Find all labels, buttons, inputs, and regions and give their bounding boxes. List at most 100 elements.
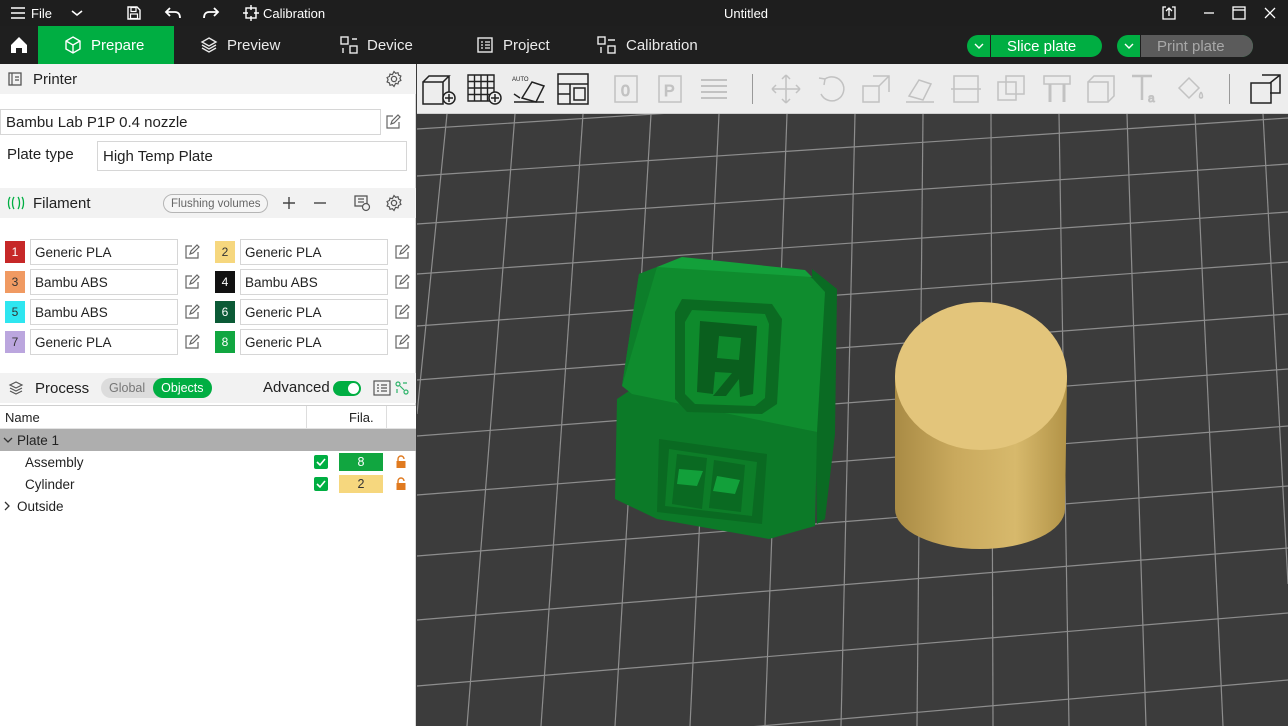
assembly-view-button[interactable] <box>1247 70 1285 108</box>
move-tool-button[interactable] <box>767 70 805 108</box>
arrange-button[interactable] <box>554 70 592 108</box>
cylinder-model[interactable] <box>417 114 1288 726</box>
compare-presets-button[interactable] <box>394 380 410 396</box>
object-filament-badge[interactable]: 8 <box>339 453 383 471</box>
filament-color-swatch[interactable]: 1 <box>5 241 25 263</box>
slice-plate-button[interactable]: Slice plate <box>967 35 1102 57</box>
lay-on-face-button[interactable] <box>901 70 939 108</box>
object-visible-checkbox[interactable] <box>314 477 328 491</box>
split-objects-button[interactable]: 0 <box>607 70 645 108</box>
object-filament-badge[interactable]: 2 <box>339 475 383 493</box>
object-row[interactable]: Cylinder 2 <box>0 473 416 495</box>
add-filament-button[interactable] <box>281 195 297 211</box>
outside-label: Outside <box>17 498 64 514</box>
filament-preset-select[interactable]: Generic PLA <box>30 329 178 355</box>
edit-filament-button[interactable] <box>184 334 200 350</box>
check-icon <box>316 458 326 467</box>
printer-preset-select[interactable]: Bambu Lab P1P 0.4 nozzle <box>0 109 381 135</box>
filament-preset-select[interactable]: Generic PLA <box>240 329 388 355</box>
tab-preview-label: Preview <box>227 36 281 54</box>
edit-filament-button[interactable] <box>184 304 200 320</box>
plate-row[interactable]: Plate 1 <box>0 429 416 451</box>
printer-settings-button[interactable] <box>385 70 403 88</box>
calibration-menu-button[interactable]: Calibration <box>243 0 325 26</box>
rotate-tool-button[interactable] <box>813 70 851 108</box>
filament-preset-select[interactable]: Bambu ABS <box>30 269 178 295</box>
scale-tool-button[interactable] <box>857 70 895 108</box>
outside-row[interactable]: Outside <box>0 495 416 517</box>
tab-project[interactable]: Project <box>476 26 550 64</box>
menu-button[interactable]: File <box>10 0 52 26</box>
seam-paint-button[interactable] <box>1082 70 1120 108</box>
advanced-toggle[interactable] <box>333 381 361 396</box>
sync-ams-button[interactable] <box>353 194 371 212</box>
edit-filament-button[interactable] <box>394 334 410 350</box>
menu-dropdown-button[interactable] <box>70 0 84 26</box>
advanced-label: Advanced <box>263 379 330 396</box>
edit-filament-button[interactable] <box>394 304 410 320</box>
filament-preset-select[interactable]: Generic PLA <box>240 299 388 325</box>
filament-color-swatch[interactable]: 4 <box>215 271 235 293</box>
toggle-global[interactable]: Global <box>101 378 153 398</box>
plate-label: Plate 1 <box>17 432 60 448</box>
remove-filament-button[interactable] <box>312 195 328 211</box>
support-paint-button[interactable] <box>1038 70 1076 108</box>
toggle-objects[interactable]: Objects <box>153 378 212 398</box>
home-button[interactable] <box>0 26 38 64</box>
filament-name: Bambu ABS <box>245 274 318 290</box>
filament-preset-select[interactable]: Bambu ABS <box>240 269 388 295</box>
split-parts-button[interactable]: P <box>651 70 689 108</box>
undo-button[interactable] <box>164 0 182 26</box>
printer-section-title: Printer <box>33 70 78 88</box>
close-button[interactable] <box>1264 0 1276 26</box>
object-row[interactable]: Assembly 8 <box>0 451 416 473</box>
edit-filament-button[interactable] <box>184 274 200 290</box>
edit-filament-button[interactable] <box>394 244 410 260</box>
redo-button[interactable] <box>202 0 220 26</box>
print-options-dropdown[interactable] <box>1117 35 1141 57</box>
3d-viewport[interactable] <box>417 114 1288 726</box>
filament-preset-select[interactable]: Generic PLA <box>240 239 388 265</box>
object-visible-checkbox[interactable] <box>314 455 328 469</box>
unlock-icon[interactable] <box>395 455 407 469</box>
filament-color-swatch[interactable]: 5 <box>5 301 25 323</box>
process-list-button[interactable] <box>373 380 391 396</box>
minimize-button[interactable] <box>1203 0 1215 26</box>
layers-editing-button[interactable] <box>695 70 733 108</box>
filament-color-swatch[interactable]: 7 <box>5 331 25 353</box>
slice-options-dropdown[interactable] <box>967 35 991 57</box>
boolean-tool-button[interactable] <box>992 70 1030 108</box>
layers-icon <box>200 37 218 53</box>
publish-button[interactable] <box>1161 0 1177 26</box>
unlock-icon[interactable] <box>395 477 407 491</box>
filament-section-title: Filament <box>33 194 91 212</box>
add-plate-button[interactable] <box>465 70 503 108</box>
edit-filament-button[interactable] <box>394 274 410 290</box>
plus-icon <box>283 197 295 209</box>
filament-color-swatch[interactable]: 3 <box>5 271 25 293</box>
filament-color-swatch[interactable]: 6 <box>215 301 235 323</box>
filament-settings-button[interactable] <box>385 194 403 212</box>
maximize-button[interactable] <box>1232 0 1246 26</box>
filament-preset-select[interactable]: Bambu ABS <box>30 299 178 325</box>
object-list-header: Name Fila. <box>0 405 416 429</box>
text-tool-button[interactable]: a <box>1126 70 1164 108</box>
color-paint-button[interactable] <box>1171 70 1209 108</box>
process-scope-toggle[interactable]: Global Objects <box>101 378 212 398</box>
save-button[interactable] <box>126 0 142 26</box>
print-plate-button[interactable]: Print plate <box>1117 35 1253 57</box>
filament-color-swatch[interactable]: 8 <box>215 331 235 353</box>
filament-preset-select[interactable]: Generic PLA <box>30 239 178 265</box>
filament-color-swatch[interactable]: 2 <box>215 241 235 263</box>
flushing-volumes-button[interactable]: Flushing volumes <box>163 194 269 213</box>
cut-tool-button[interactable] <box>947 70 985 108</box>
add-object-button[interactable] <box>420 70 458 108</box>
edit-filament-button[interactable] <box>184 244 200 260</box>
plate-type-select[interactable]: High Temp Plate <box>97 141 407 171</box>
tab-device[interactable]: Device <box>340 26 413 64</box>
tab-prepare[interactable]: Prepare <box>38 26 174 64</box>
edit-printer-button[interactable] <box>385 114 401 130</box>
tab-preview[interactable]: Preview <box>200 26 280 64</box>
tab-calibration[interactable]: Calibration <box>597 26 698 64</box>
auto-orient-button[interactable]: AUTO <box>510 70 548 108</box>
